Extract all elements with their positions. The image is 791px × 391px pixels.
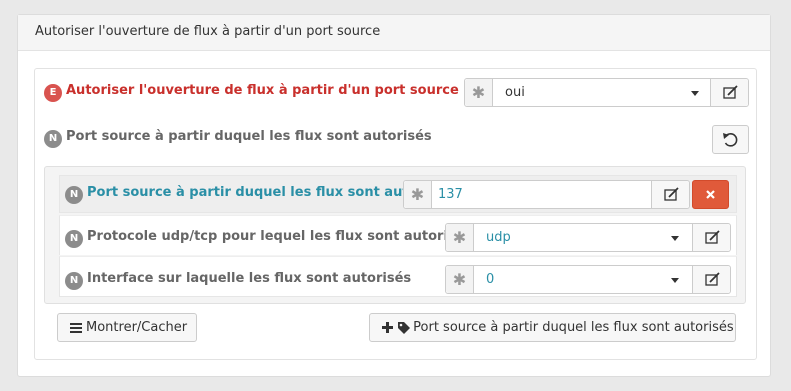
interface-badge: N <box>65 272 83 290</box>
port-value[interactable]: 137 <box>438 187 463 202</box>
interface-select[interactable]: ✱ 0 <box>445 265 731 294</box>
asterisk-icon: ✱ <box>446 224 474 251</box>
toggle-button-label: Montrer/Cacher <box>86 320 188 335</box>
interface-value: 0 <box>486 272 495 287</box>
panel-title: Autoriser l'ouverture de flux à partir d… <box>18 15 770 51</box>
asterisk-icon: ✱ <box>465 79 493 106</box>
add-port-button-label: Port source à partir duquel les flux son… <box>413 320 734 335</box>
main-field-value: oui <box>505 85 525 100</box>
protocol-badge: N <box>65 230 83 248</box>
port-label: Port source à partir duquel les flux son… <box>87 185 453 200</box>
undo-icon <box>723 133 738 147</box>
port-badge: N <box>65 186 83 204</box>
settings-panel: Autoriser l'ouverture de flux à partir d… <box>17 14 771 377</box>
edit-icon <box>664 187 679 201</box>
edit-button[interactable] <box>710 79 748 106</box>
edit-button[interactable] <box>651 181 689 208</box>
main-field-select[interactable]: ✱ oui <box>464 78 749 107</box>
chevron-down-icon[interactable] <box>671 278 679 283</box>
close-icon <box>706 190 715 199</box>
remove-button[interactable] <box>692 180 729 209</box>
port-group-label: Port source à partir duquel les flux son… <box>66 129 432 144</box>
field-group: E Autoriser l'ouverture de flux à partir… <box>34 68 757 360</box>
optional-badge: N <box>44 130 62 148</box>
edit-icon <box>723 85 738 99</box>
chevron-down-icon[interactable] <box>691 91 699 96</box>
asterisk-icon: ✱ <box>404 181 432 208</box>
chevron-down-icon[interactable] <box>671 236 679 241</box>
toggle-button[interactable]: Montrer/Cacher <box>57 313 197 342</box>
add-port-button[interactable]: Port source à partir duquel les flux son… <box>369 313 736 342</box>
required-badge: E <box>44 84 62 102</box>
edit-icon <box>705 272 720 286</box>
main-field-label: Autoriser l'ouverture de flux à partir d… <box>66 83 459 98</box>
tag-icon <box>398 321 411 334</box>
reset-button[interactable] <box>712 125 749 154</box>
port-input[interactable]: ✱ 137 <box>403 180 690 209</box>
asterisk-icon: ✱ <box>446 266 474 293</box>
edit-button[interactable] <box>692 266 730 293</box>
protocol-label: Protocole udp/tcp pour lequel les flux s… <box>87 229 473 244</box>
edit-button[interactable] <box>692 224 730 251</box>
protocol-select[interactable]: ✱ udp <box>445 223 731 252</box>
protocol-value: udp <box>486 230 511 245</box>
plus-icon <box>382 322 393 333</box>
interface-label: Interface sur laquelle les flux sont aut… <box>87 271 412 286</box>
bars-icon <box>70 322 82 333</box>
edit-icon <box>705 230 720 244</box>
